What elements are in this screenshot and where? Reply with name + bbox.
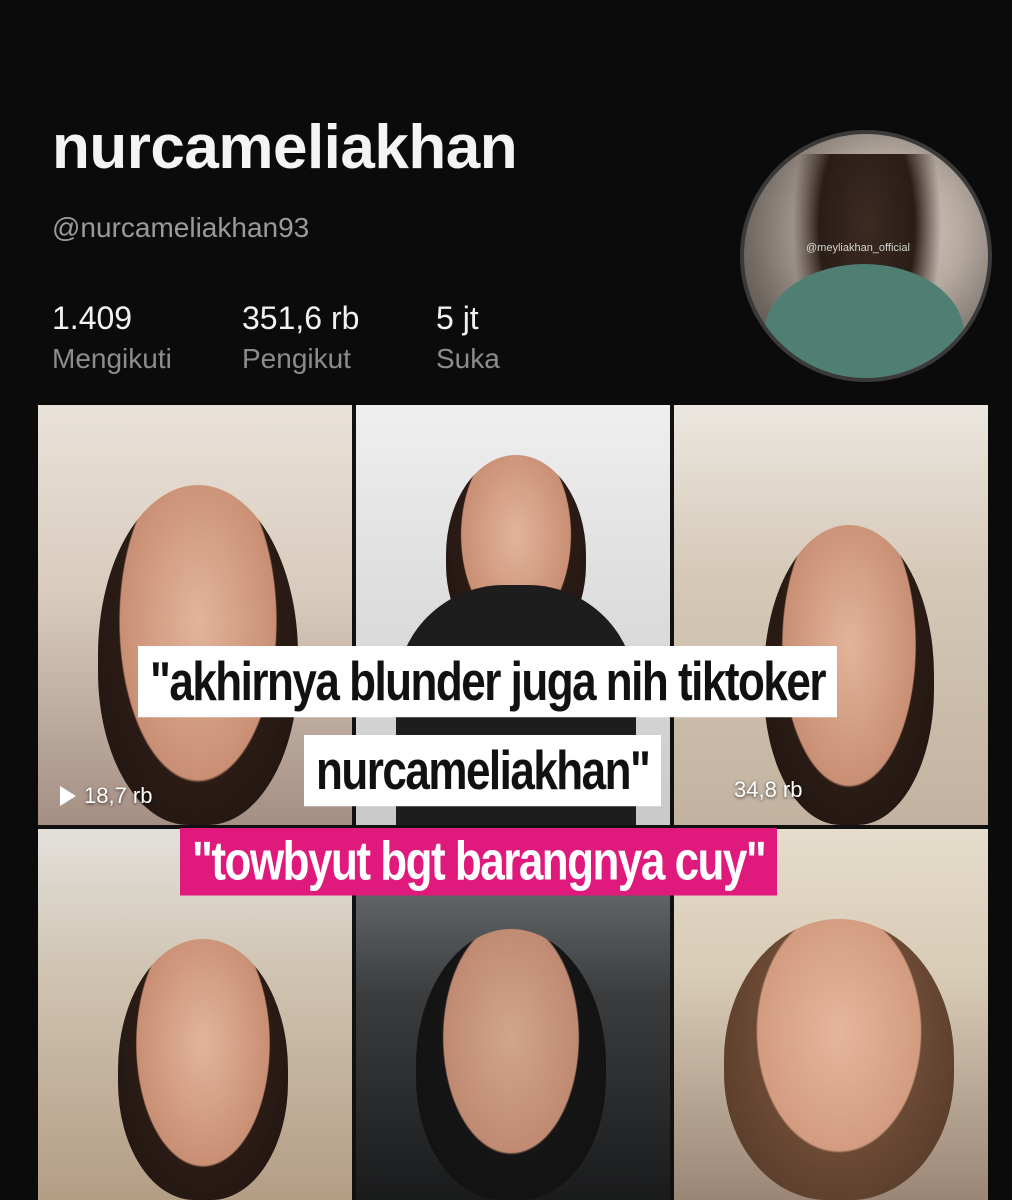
caption-line-1: "akhirnya blunder juga nih tiktoker <box>138 646 837 718</box>
stat-followers-value: 351,6 rb <box>242 300 360 336</box>
caption-pink: "towbyut bgt barangnya cuy" <box>180 828 778 896</box>
stat-likes-label: Suka <box>436 343 500 374</box>
stat-likes-value: 5 jt <box>436 300 479 336</box>
stat-following-label: Mengikuti <box>52 343 172 374</box>
caption-line-2: nurcameliakhan" <box>304 735 662 807</box>
view-count: 18,7 rb <box>84 783 153 808</box>
avatar-watermark: @meyliakhan_official <box>806 242 910 254</box>
avatar[interactable]: @meyliakhan_official <box>740 130 992 382</box>
video-tile-3-views: 34,8 rb <box>734 777 803 803</box>
video-tile-3[interactable]: 34,8 rb <box>674 405 988 825</box>
stat-following-value: 1.409 <box>52 300 133 336</box>
video-tile-1-views: 18,7 rb <box>60 783 153 809</box>
stat-followers-label: Pengikut <box>242 343 351 374</box>
stat-likes[interactable]: 5 jt Suka <box>436 300 500 375</box>
play-icon <box>60 786 76 806</box>
profile-name: nurcameliakhan <box>52 113 518 182</box>
stat-following[interactable]: 1.409 Mengikuti <box>52 300 172 375</box>
stat-followers[interactable]: 351,6 rb Pengikut <box>242 300 359 375</box>
view-count: 34,8 rb <box>734 777 803 802</box>
profile-handle: @nurcameliakhan93 <box>52 212 310 243</box>
